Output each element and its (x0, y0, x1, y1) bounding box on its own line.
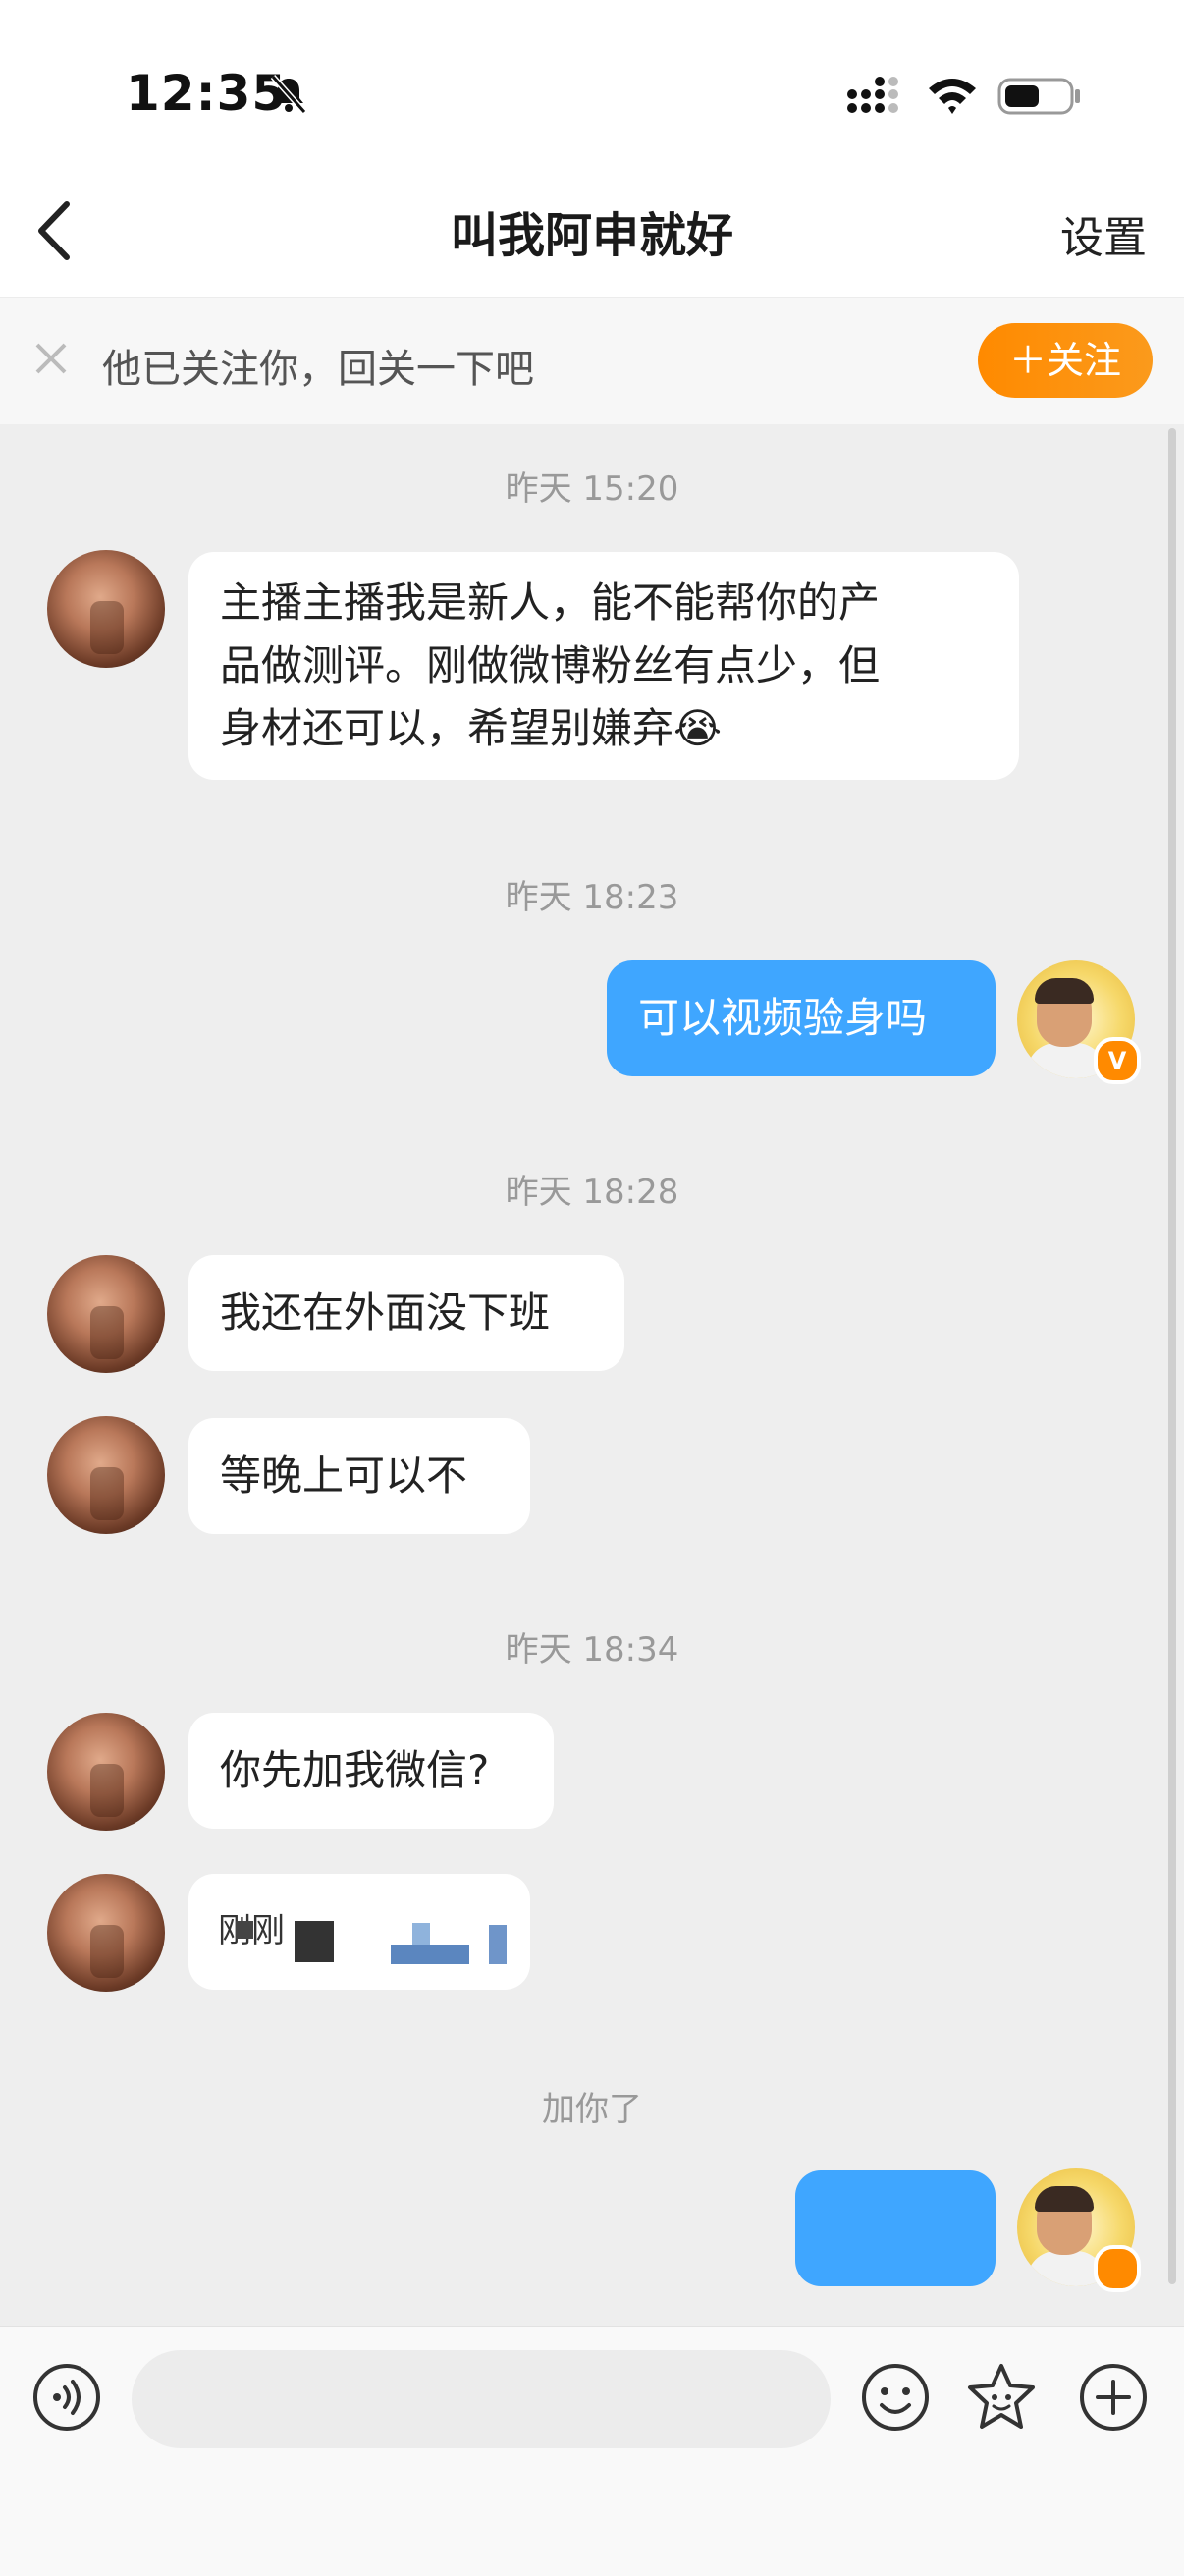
timestamp: 昨天 18:28 (505, 1173, 679, 1212)
redaction-mosaic (236, 1921, 253, 1939)
contact-avatar[interactable] (47, 1255, 165, 1373)
emoji-icon[interactable] (860, 2362, 931, 2433)
timestamp: 昨天 18:23 (505, 878, 679, 917)
close-icon[interactable] (33, 341, 69, 376)
contact-avatar[interactable] (47, 550, 165, 668)
timestamp: 加你了 (542, 2090, 642, 2129)
conversation-title: 叫我阿申就好 (450, 208, 733, 263)
sticker-icon[interactable] (966, 2362, 1037, 2433)
follow-back-banner: 他已关注你，回关一下吧 ＋关注 (0, 297, 1184, 426)
contact-avatar[interactable] (47, 1416, 165, 1534)
message-text: 可以视频验身吗 (638, 994, 928, 1042)
contact-avatar[interactable] (47, 1713, 165, 1831)
message-text: 我还在外面没下班 (220, 1288, 551, 1337)
message-line: 身材还可以，希望别嫌弃😭 (220, 704, 723, 752)
message-line: 品做测评。刚做微博粉丝有点少，但 (220, 641, 881, 689)
redaction-mosaic (295, 1921, 334, 1962)
status-bar: 12:35 (0, 0, 1184, 187)
settings-button[interactable]: 设置 (1060, 202, 1147, 265)
message-line: 主播主播我是新人，能不能帮你的产 (220, 578, 881, 627)
message-input-bar (0, 2326, 1184, 2576)
message-bubble-incoming[interactable]: 主播主播我是新人，能不能帮你的产 品做测评。刚做微博粉丝有点少，但 身材还可以，… (188, 552, 1019, 780)
scrollbar[interactable] (1168, 428, 1176, 2284)
redaction-mosaic (391, 1945, 469, 1964)
redaction-mosaic (412, 1923, 430, 1945)
bell-muted-icon (270, 75, 307, 114)
message-bubble-incoming-redacted[interactable]: 刚刚 (188, 1874, 530, 1990)
message-bubble-outgoing[interactable] (795, 2170, 996, 2286)
battery-icon (997, 78, 1080, 115)
timestamp: 昨天 18:34 (505, 1630, 679, 1670)
timestamp: 昨天 15:20 (505, 469, 679, 509)
status-time: 12:35 (126, 65, 288, 122)
message-bubble-incoming[interactable]: 你先加我微信? (188, 1713, 554, 1829)
contact-avatar[interactable] (47, 1874, 165, 1992)
message-bubble-incoming[interactable]: 等晚上可以不 (188, 1418, 530, 1534)
message-input[interactable] (132, 2350, 831, 2448)
message-bubble-outgoing[interactable]: 可以视频验身吗 (607, 960, 996, 1076)
verified-badge-icon: V (1094, 1037, 1141, 1084)
cellular-signal-icon (847, 77, 898, 113)
message-bubble-incoming[interactable]: 我还在外面没下班 (188, 1255, 624, 1371)
follow-back-text: 他已关注你，回关一下吧 (102, 347, 534, 392)
redaction-mosaic (489, 1925, 507, 1964)
voice-icon[interactable] (31, 2362, 102, 2433)
follow-button[interactable]: ＋关注 (978, 323, 1153, 398)
wifi-icon (929, 79, 976, 114)
plus-icon[interactable] (1078, 2362, 1149, 2433)
message-text: 你先加我微信? (220, 1746, 490, 1794)
message-text: 等晚上可以不 (220, 1452, 468, 1500)
verified-badge-icon (1094, 2245, 1141, 2292)
